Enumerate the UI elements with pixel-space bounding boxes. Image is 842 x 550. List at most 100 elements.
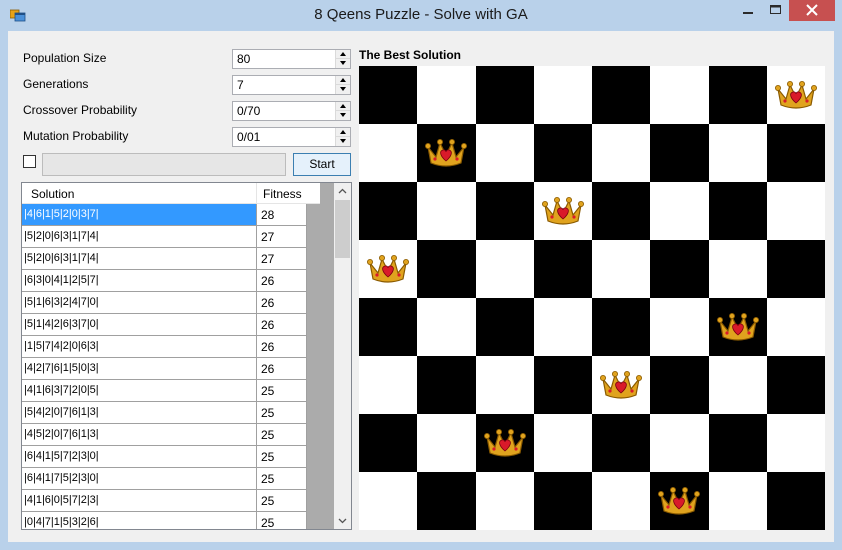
board-square: [767, 472, 825, 530]
queen-crown-icon: [717, 313, 760, 341]
fitness-cell[interactable]: 25: [257, 468, 307, 490]
spin-down-arrow-icon[interactable]: [335, 111, 350, 120]
solution-cell[interactable]: |4|1|6|0|5|7|2|3|: [22, 490, 257, 512]
solution-cell[interactable]: |4|1|6|3|7|2|0|5|: [22, 380, 257, 402]
solution-cell[interactable]: |5|2|0|6|3|1|7|4|: [22, 248, 257, 270]
table-row[interactable]: |6|3|0|4|1|2|5|7| 26: [22, 270, 307, 292]
table-row[interactable]: |5|1|4|2|6|3|7|0| 26: [22, 314, 307, 336]
table-row[interactable]: |0|4|7|1|5|3|2|6| 25: [22, 512, 307, 529]
fitness-cell[interactable]: 26: [257, 314, 307, 336]
table-row[interactable]: |4|6|1|5|2|0|3|7| 28: [22, 204, 307, 226]
table-row[interactable]: |6|4|1|7|5|2|3|0| 25: [22, 468, 307, 490]
solution-cell[interactable]: |5|1|6|3|2|4|7|0|: [22, 292, 257, 314]
generations-value: 7: [237, 78, 244, 92]
population-size-input[interactable]: 80: [232, 49, 351, 69]
close-button[interactable]: [789, 0, 835, 21]
board-square: [650, 356, 709, 414]
fitness-cell[interactable]: 27: [257, 226, 307, 248]
spin-up-arrow-icon[interactable]: [335, 102, 350, 111]
board-square: [476, 472, 534, 530]
solution-cell[interactable]: |6|3|0|4|1|2|5|7|: [22, 270, 257, 292]
solution-cell[interactable]: |5|4|2|0|7|6|1|3|: [22, 402, 257, 424]
board-square: [534, 414, 592, 472]
crossover-probability-label: Crossover Probability: [23, 103, 138, 117]
board-square: [417, 66, 476, 124]
board-square: [767, 124, 825, 182]
table-row[interactable]: |5|4|2|0|7|6|1|3| 25: [22, 402, 307, 424]
table-row[interactable]: |6|4|1|5|7|2|3|0| 25: [22, 446, 307, 468]
board-square: [592, 240, 650, 298]
solution-cell[interactable]: |1|5|7|4|2|0|6|3|: [22, 336, 257, 358]
fitness-cell[interactable]: 25: [257, 490, 307, 512]
solution-cell[interactable]: |5|1|4|2|6|3|7|0|: [22, 314, 257, 336]
spin-up-arrow-icon[interactable]: [335, 128, 350, 137]
fitness-cell[interactable]: 28: [257, 204, 307, 226]
spin-down-arrow-icon[interactable]: [335, 59, 350, 68]
board-square: [359, 356, 417, 414]
minimize-button[interactable]: [734, 0, 762, 21]
fitness-cell[interactable]: 25: [257, 402, 307, 424]
board-square: [417, 356, 476, 414]
fitness-cell[interactable]: 26: [257, 358, 307, 380]
board-square: [709, 356, 767, 414]
solutions-grid[interactable]: Solution Fitness |4|6|1|5|2|0|3|7| 28 |5|2…: [21, 182, 352, 530]
vertical-scrollbar[interactable]: [334, 183, 351, 529]
solution-cell[interactable]: |5|2|0|6|3|1|7|4|: [22, 226, 257, 248]
grid-rows: |4|6|1|5|2|0|3|7| 28 |5|2|0|6|3|1|7|4| 27 |5…: [22, 204, 307, 529]
board-square: [359, 472, 417, 530]
population-size-value: 80: [237, 52, 251, 66]
board-square: [534, 472, 592, 530]
spin-down-arrow-icon[interactable]: [335, 137, 350, 146]
board-square: [534, 66, 592, 124]
board-square: [417, 182, 476, 240]
board-square: [592, 472, 650, 530]
solution-cell[interactable]: |0|4|7|1|5|3|2|6|: [22, 512, 257, 529]
option-checkbox[interactable]: [23, 155, 36, 168]
table-row[interactable]: |5|2|0|6|3|1|7|4| 27: [22, 226, 307, 248]
table-row[interactable]: |4|2|7|6|1|5|0|3| 26: [22, 358, 307, 380]
solution-cell[interactable]: |4|6|1|5|2|0|3|7|: [22, 204, 257, 226]
maximize-button[interactable]: [762, 0, 789, 21]
fitness-cell[interactable]: 27: [257, 248, 307, 270]
mutation-probability-input[interactable]: 0/01: [232, 127, 351, 147]
column-header-fitness[interactable]: Fitness: [257, 183, 307, 204]
minimize-icon: [743, 12, 753, 14]
column-header-solution[interactable]: Solution: [22, 183, 257, 204]
board-square: [767, 298, 825, 356]
solution-cell[interactable]: |4|2|7|6|1|5|0|3|: [22, 358, 257, 380]
board-square: [476, 298, 534, 356]
population-size-label: Population Size: [23, 51, 107, 65]
queen-crown-icon: [542, 197, 585, 225]
fitness-cell[interactable]: 25: [257, 380, 307, 402]
fitness-cell[interactable]: 25: [257, 446, 307, 468]
fitness-cell[interactable]: 26: [257, 336, 307, 358]
board-square: [767, 182, 825, 240]
fitness-cell[interactable]: 25: [257, 512, 307, 529]
table-row[interactable]: |5|1|6|3|2|4|7|0| 26: [22, 292, 307, 314]
fitness-cell[interactable]: 26: [257, 270, 307, 292]
crossover-probability-input[interactable]: 0/70: [232, 101, 351, 121]
table-row[interactable]: |1|5|7|4|2|0|6|3| 26: [22, 336, 307, 358]
scroll-up-arrow-icon[interactable]: [334, 183, 351, 200]
board-square: [476, 356, 534, 414]
generations-input[interactable]: 7: [232, 75, 351, 95]
spin-down-arrow-icon[interactable]: [335, 85, 350, 94]
table-row[interactable]: |5|2|0|6|3|1|7|4| 27: [22, 248, 307, 270]
solution-cell[interactable]: |4|5|2|0|7|6|1|3|: [22, 424, 257, 446]
spin-up-arrow-icon[interactable]: [335, 76, 350, 85]
table-row[interactable]: |4|1|6|3|7|2|0|5| 25: [22, 380, 307, 402]
scroll-down-arrow-icon[interactable]: [334, 512, 351, 529]
table-row[interactable]: |4|1|6|0|5|7|2|3| 25: [22, 490, 307, 512]
board-square: [650, 124, 709, 182]
scrollbar-thumb[interactable]: [335, 200, 350, 258]
table-row[interactable]: |4|5|2|0|7|6|1|3| 25: [22, 424, 307, 446]
solution-cell[interactable]: |6|4|1|7|5|2|3|0|: [22, 468, 257, 490]
progress-bar: [42, 153, 286, 176]
board-square: [592, 124, 650, 182]
fitness-cell[interactable]: 25: [257, 424, 307, 446]
start-button[interactable]: Start: [293, 153, 351, 176]
spin-up-arrow-icon[interactable]: [335, 50, 350, 59]
board-square: [476, 66, 534, 124]
fitness-cell[interactable]: 26: [257, 292, 307, 314]
solution-cell[interactable]: |6|4|1|5|7|2|3|0|: [22, 446, 257, 468]
